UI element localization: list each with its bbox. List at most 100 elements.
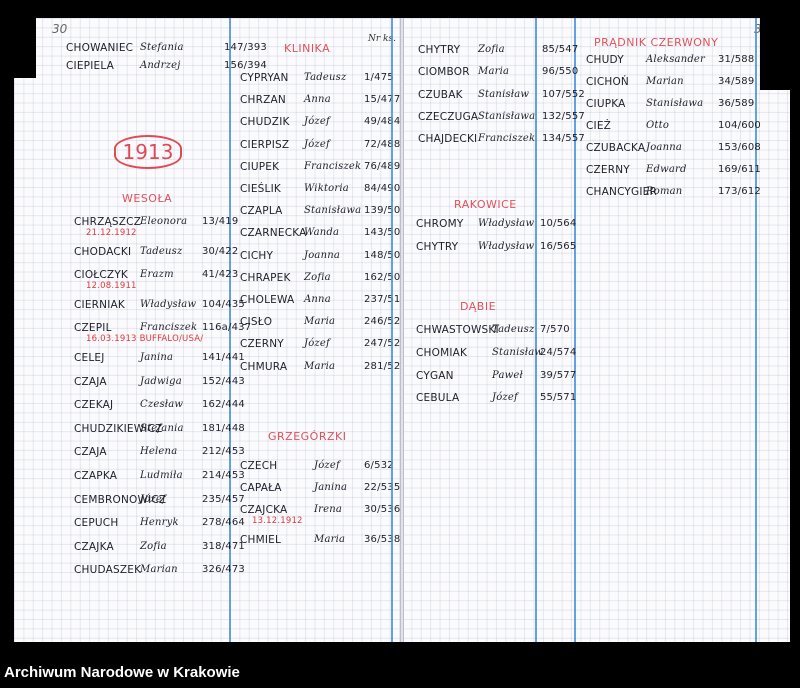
entry-first-name: Maria <box>304 316 336 328</box>
right-page: 31 CHYTRYZofia85/547CIOMBORMaria96/550CZ… <box>402 18 790 642</box>
entry-surname: CISŁO <box>240 316 273 329</box>
entry-first-name: Józef <box>492 392 518 404</box>
entry-row: CIOŁCZYK Erazm 41/423 12.08.1911 <box>74 269 238 291</box>
entry-surname: CZEPIL <box>74 322 112 335</box>
entry-surname: CAPAŁA <box>240 482 282 494</box>
entry-surname: CYGAN <box>416 369 454 382</box>
entry-number: 173/612 <box>718 186 761 197</box>
entry-first-name: Franciszek <box>478 133 536 145</box>
entry-surname: CZAJCKA <box>240 504 288 516</box>
entry-surname: CZUBACKA <box>586 142 646 154</box>
entry-row: CHYTRY Zofia 85/547 <box>418 44 578 58</box>
entry-number: 96/550 <box>542 66 579 78</box>
entry-row: CHWASTOWSKI Tadeusz 7/570 <box>416 324 576 338</box>
entry-surname: CZAPKA <box>74 470 118 482</box>
entry-surname: CZAJKA <box>74 540 114 553</box>
entry-first-name: Czesław <box>140 399 184 411</box>
entry-number: 15/477 <box>364 94 401 106</box>
entry-first-name: Stefania <box>140 42 184 53</box>
entry-surname: CHAJDECKI <box>418 133 478 146</box>
entry-row: CHOMIAK Stanisław 24/574 <box>416 347 576 361</box>
entry-number: 55/571 <box>540 392 577 404</box>
entry-first-name: Józef <box>304 116 330 128</box>
entry-row: CHRZĄSZCZ Eleonora 13/419 21.12.1912 <box>74 216 238 238</box>
entry-row: CZAJCKA Irena 30/536 13.12.1912 <box>240 504 401 526</box>
entry-row: CHUDZIKIEWICZ Stefania 181/448 <box>74 423 245 437</box>
entry-row: CELEJ Janina 141/441 <box>74 352 245 366</box>
entry-surname: CIERPISZ <box>240 138 290 151</box>
entry-note: 12.08.1911 <box>86 281 137 292</box>
entry-first-name: Anna <box>304 294 331 305</box>
entry-surname: CZECH <box>240 460 278 472</box>
entry-first-name: Józef <box>140 493 166 505</box>
entry-first-name: Edward <box>646 164 687 175</box>
left-page-number: 30 <box>52 22 68 36</box>
entry-row: CZAPKA Ludmiła 214/453 <box>74 470 245 484</box>
entry-row: CZAJKA Zofia 318/471 <box>74 540 245 555</box>
entry-number: 153/608 <box>718 142 761 153</box>
entry-row: CZAPLA Stanisława 139/501 <box>240 205 407 219</box>
entry-row: CZEPIL Franciszek 116a/437 16.03.1913 BUFFA… <box>74 322 251 344</box>
entry-number: 30/536 <box>364 504 401 515</box>
entry-row: CAPAŁA Janina 22/535 <box>240 482 400 496</box>
entry-number: 16/565 <box>540 241 577 252</box>
entry-first-name: Eleonora <box>140 216 188 227</box>
entry-number: 107/552 <box>542 88 585 100</box>
entry-number: 36/538 <box>364 534 401 545</box>
entry-first-name: Joanna <box>304 249 341 261</box>
entry-number: 22/535 <box>364 482 401 493</box>
entry-row: CICHY Joanna 148/503 <box>240 249 407 264</box>
entry-first-name: Joanna <box>646 142 683 153</box>
entry-surname: CHMIEL <box>240 534 282 546</box>
entry-row: CZERNY Józef 247/521 <box>240 338 407 352</box>
entry-row: CISŁO Maria 246/521 <box>240 316 407 330</box>
entry-number: 6/532 <box>364 460 394 471</box>
entry-row: CIEŚLIK Wiktoria 84/490 <box>240 183 400 197</box>
entry-first-name: Tadeusz <box>492 324 535 335</box>
entry-number: 34/589 <box>718 76 755 87</box>
entry-number: 134/557 <box>542 133 585 145</box>
section-heading-grzegorzki: GRZEGÓRZKI <box>268 430 347 443</box>
entry-first-name: Zofia <box>140 540 167 552</box>
entry-number: 169/611 <box>718 164 761 175</box>
entry-surname: CZAJA <box>74 375 107 388</box>
entry-row: CZUBAK Stanisław 107/552 <box>418 88 585 103</box>
entry-surname: CZEKAJ <box>74 399 114 412</box>
entry-surname: CHYTRY <box>418 44 461 56</box>
entry-first-name: Wiktoria <box>304 183 349 194</box>
entry-surname: CEPUCH <box>74 517 119 530</box>
page-fold <box>400 18 404 642</box>
entry-row: CIEŻ Otto 104/600 <box>586 120 761 134</box>
entry-surname: CHUDY <box>586 54 624 66</box>
entry-surname: CHRAPEK <box>240 271 291 284</box>
entry-surname: CELEJ <box>74 352 105 364</box>
section-heading-rakowice: RAKOWICE <box>454 198 517 211</box>
entry-row: CEPUCH Henryk 278/464 <box>74 517 245 531</box>
entry-row: CHRZAN Anna 15/477 <box>240 94 400 108</box>
entry-note: 21.12.1912 <box>86 228 137 238</box>
entry-first-name: Irena <box>314 504 343 515</box>
entry-number: 36/589 <box>718 98 755 109</box>
entry-first-name: Tadeusz <box>140 245 183 257</box>
entry-surname: CIEŚLIK <box>240 183 281 195</box>
entry-first-name: Władysław <box>478 218 535 229</box>
entry-first-name: Władysław <box>478 241 535 252</box>
entry-surname: CHOMIAK <box>416 346 468 359</box>
entry-surname: CHRZĄSZCZ <box>74 216 142 228</box>
entry-surname: CIERNIAK <box>74 298 125 311</box>
entry-row: CZEKAJ Czesław 162/444 <box>74 399 245 413</box>
entry-first-name: Janina <box>314 482 348 493</box>
entry-first-name: Maria <box>304 360 336 372</box>
entry-row: CIERPISZ Józef 72/488 <box>240 139 400 153</box>
entry-surname: CIUPEK <box>240 160 280 173</box>
entry-number: 39/577 <box>540 369 577 381</box>
left-tab-cutout-top <box>14 18 36 78</box>
entry-first-name: Stanisława <box>646 98 704 109</box>
entry-row: CZARNECKA Wanda 143/502 <box>240 227 407 241</box>
entry-first-name: Henryk <box>140 517 179 529</box>
entry-row: CIOMBOR Maria 96/550 <box>418 66 578 80</box>
entry-row: CHYTRY Władysław 16/565 <box>416 241 576 255</box>
entry-first-name: Stanisław <box>478 88 530 100</box>
entry-number: 31/588 <box>718 54 755 65</box>
entry-row: CIUPEK Franciszek 76/489 <box>240 161 400 175</box>
